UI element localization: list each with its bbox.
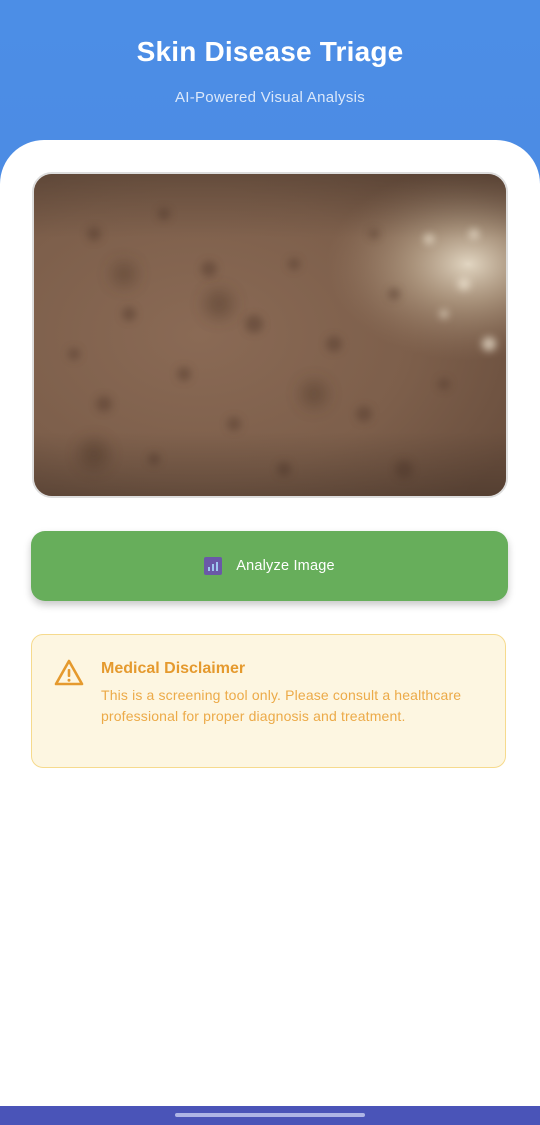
system-navigation-bar (0, 1106, 540, 1125)
page-title: Skin Disease Triage (136, 36, 404, 67)
medical-disclaimer-card: Medical Disclaimer This is a screening t… (31, 634, 506, 768)
app-screen: Skin Disease Triage AI-Powered Visual An… (0, 0, 540, 1125)
skin-photo-preview[interactable] (32, 172, 508, 498)
gesture-handle[interactable] (175, 1113, 365, 1117)
analyze-image-button[interactable]: Analyze Image (31, 531, 508, 601)
skin-photo-image (34, 174, 506, 496)
warning-triangle-icon (54, 659, 84, 687)
content-sheet: Analyze Image Medical Disclaimer This is… (0, 140, 540, 1106)
analytics-chart-icon (204, 557, 223, 575)
disclaimer-title: Medical Disclaimer (101, 660, 246, 677)
analyze-image-label: Analyze Image (236, 558, 335, 574)
page-subtitle: AI-Powered Visual Analysis (174, 89, 366, 106)
disclaimer-text: This is a screening tool only. Please co… (101, 687, 462, 724)
